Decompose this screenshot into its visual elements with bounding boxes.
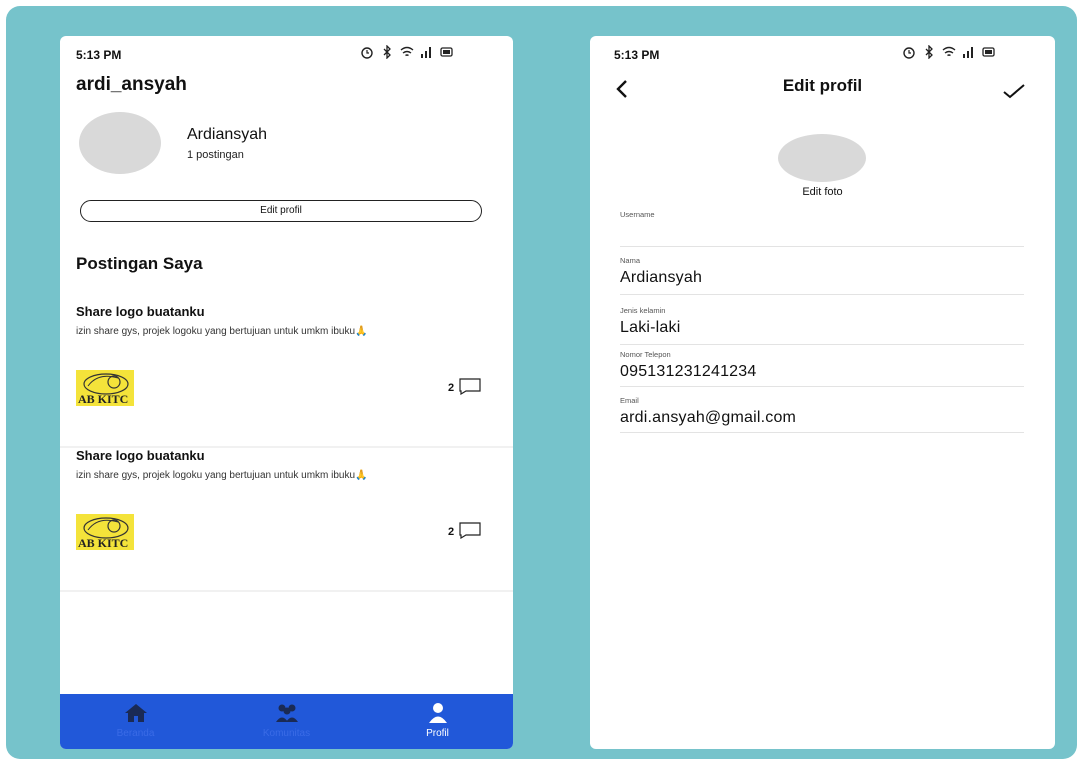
status-bar: 5:13 PM: [60, 36, 513, 76]
community-icon: [275, 704, 298, 722]
status-icons: [360, 45, 454, 59]
profile-icon: [428, 703, 447, 723]
post-count: 1 postingan: [187, 149, 244, 161]
post-logo-image[interactable]: AB KITC: [76, 370, 134, 406]
signal-icon: [963, 47, 973, 58]
field-value: ardi.ansyah@gmail.com: [620, 409, 797, 426]
logo-lettering: AB KITC: [78, 392, 128, 406]
phone-field[interactable]: Nomor Telepon 095131231241234: [620, 350, 1024, 387]
username-field[interactable]: Username: [620, 210, 1024, 247]
section-title: Postingan Saya: [76, 254, 203, 273]
field-label: Username: [620, 210, 655, 219]
battery-icon: [440, 47, 453, 57]
post-text: izin share gys, projek logoku yang bertu…: [76, 470, 356, 481]
bottom-nav: Beranda Komunitas Profil: [60, 694, 513, 749]
alarm-icon: [903, 47, 915, 59]
edit-photo-link[interactable]: Edit foto: [590, 186, 1055, 198]
username-title: ardi_ansyah: [76, 74, 187, 95]
pray-emoji: 🙏: [355, 470, 368, 481]
alarm-icon: [361, 47, 373, 59]
display-name: Ardiansyah: [187, 126, 268, 143]
nav-beranda[interactable]: Beranda: [60, 694, 211, 749]
profile-screen: 5:13 PM ardi_ansyah Ardiansyah 1 posting…: [60, 36, 513, 749]
pray-emoji: 🙏: [355, 326, 368, 337]
bluetooth-icon: [383, 45, 391, 59]
nav-komunitas[interactable]: Komunitas: [211, 694, 362, 749]
post-title: Share logo buatanku: [76, 304, 205, 319]
logo-lettering: AB KITC: [78, 536, 128, 550]
post-card[interactable]: Share logo buatanku izin share gys, proj…: [60, 304, 513, 448]
home-icon: [124, 704, 147, 722]
status-time: 5:13 PM: [614, 48, 660, 62]
field-label: Nama: [620, 256, 641, 265]
field-value: Ardiansyah: [620, 269, 703, 286]
post-body: izin share gys, projek logoku yang bertu…: [76, 326, 456, 338]
nav-label: Beranda: [116, 728, 155, 739]
field-label: Email: [620, 396, 639, 405]
wifi-icon: [400, 46, 414, 57]
post-logo-image[interactable]: AB KITC: [76, 514, 134, 550]
wifi-icon: [942, 46, 956, 57]
nav-profil[interactable]: Profil: [362, 694, 513, 749]
signal-icon: [421, 47, 431, 58]
status-icons: [902, 45, 996, 59]
field-value: Laki-laki: [620, 319, 681, 336]
field-label: Jenis kelamin: [620, 306, 666, 315]
page-title: Edit profil: [782, 76, 863, 95]
status-bar: 5:13 PM: [590, 36, 1055, 76]
avatar[interactable]: [778, 134, 866, 182]
status-time: 5:13 PM: [76, 48, 122, 62]
email-field[interactable]: Email ardi.ansyah@gmail.com: [620, 396, 1024, 433]
post-body: izin share gys, projek logoku yang bertu…: [76, 470, 456, 482]
comment-icon[interactable]: [458, 521, 482, 539]
edit-profile-screen: 5:13 PM Edit profil Edit foto Username N…: [590, 36, 1055, 749]
post-title: Share logo buatanku: [76, 448, 205, 463]
comment-count: 2: [448, 382, 455, 394]
field-label: Nomor Telepon: [620, 350, 671, 359]
field-value: 095131231241234: [620, 363, 757, 380]
post-text: izin share gys, projek logoku yang bertu…: [76, 326, 356, 337]
post-card[interactable]: Share logo buatanku izin share gys, proj…: [60, 448, 513, 592]
save-check-icon[interactable]: [1002, 82, 1026, 100]
nav-label: Komunitas: [262, 728, 311, 739]
comment-icon[interactable]: [458, 377, 482, 395]
gender-field[interactable]: Jenis kelamin Laki-laki: [620, 306, 1024, 345]
battery-icon: [982, 47, 995, 57]
name-field[interactable]: Nama Ardiansyah: [620, 256, 1024, 295]
comment-count: 2: [448, 526, 455, 538]
edit-profile-button[interactable]: Edit profil: [80, 200, 482, 222]
avatar[interactable]: [79, 112, 161, 174]
nav-label: Profil: [426, 728, 449, 739]
bluetooth-icon: [925, 45, 933, 59]
